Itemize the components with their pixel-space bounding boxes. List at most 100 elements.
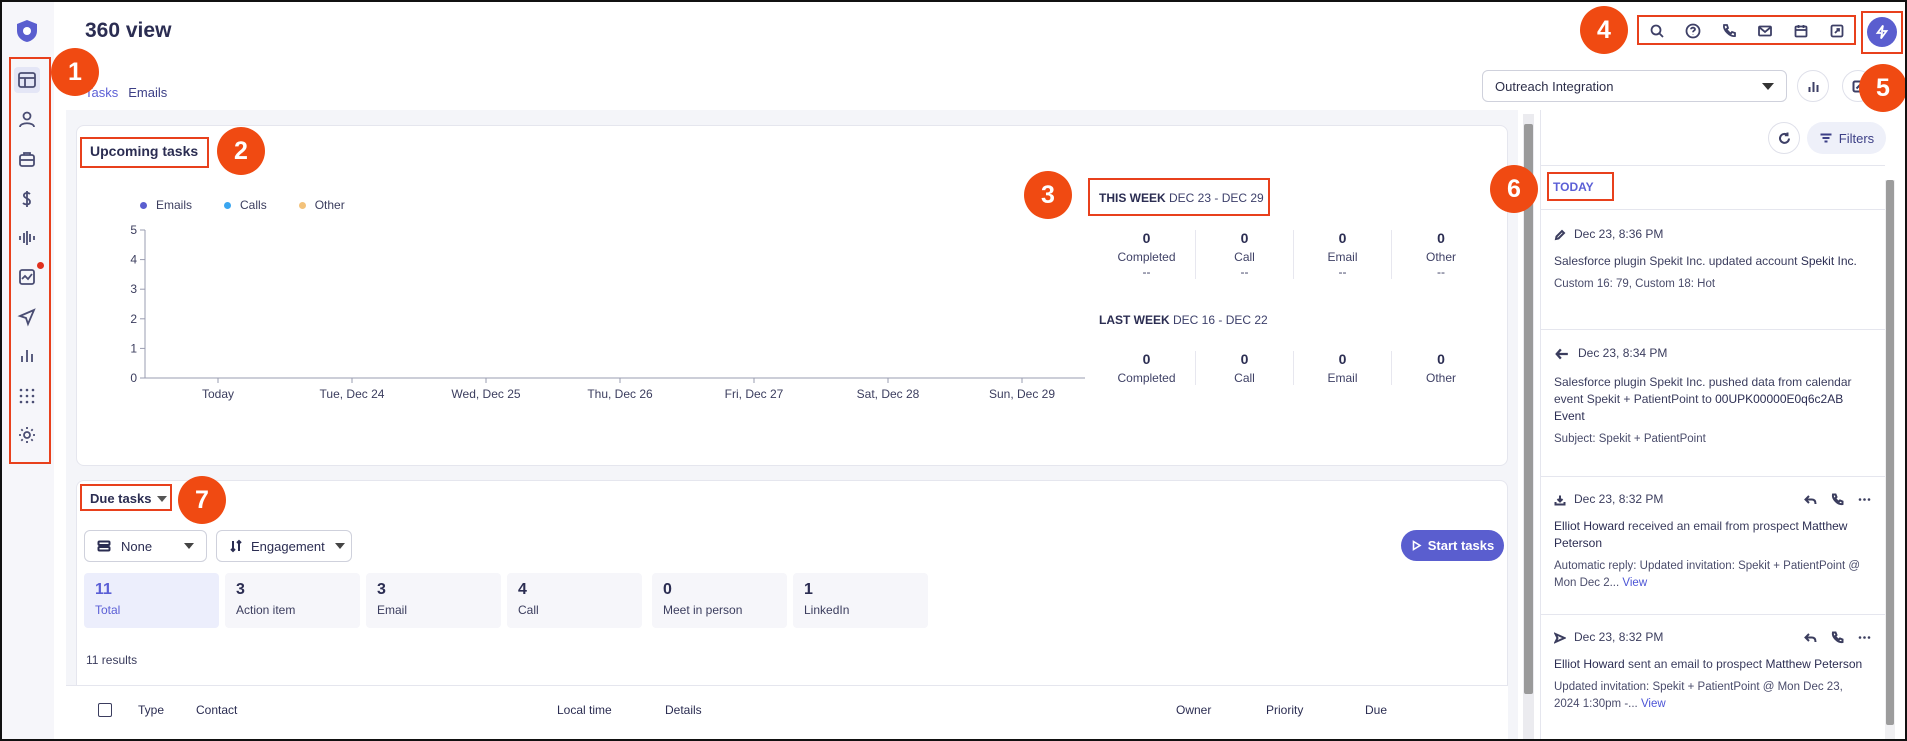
tile-action-item[interactable]: 3 Action item <box>225 573 360 628</box>
view-link[interactable]: View <box>1622 577 1647 589</box>
activity-item[interactable]: Dec 23, 8:34 PM Salesforce plugin Spekit… <box>1540 329 1885 476</box>
activity-text: Salesforce plugin Spekit Inc. updated ac… <box>1554 253 1871 270</box>
more-icon[interactable] <box>1858 631 1871 644</box>
opportunities-icon[interactable] <box>14 186 40 212</box>
activity-link[interactable]: Elliot Howard <box>1554 657 1625 671</box>
column-contact[interactable]: Contact <box>196 703 237 717</box>
sidebar <box>0 0 54 741</box>
integration-select[interactable]: Outreach Integration <box>1482 70 1787 102</box>
this-week-label: THIS WEEK <box>1099 191 1166 205</box>
pencil-icon <box>1554 229 1566 240</box>
start-tasks-label: Start tasks <box>1427 538 1495 553</box>
tile-label: Action item <box>236 603 296 617</box>
expand-icon[interactable] <box>1824 18 1850 44</box>
help-icon[interactable] <box>1680 18 1706 44</box>
activity-link[interactable]: Matthew Peterson <box>1765 657 1862 671</box>
top-actions <box>1644 18 1850 44</box>
phone-icon[interactable] <box>1831 493 1844 506</box>
more-icon[interactable] <box>1858 493 1871 506</box>
signals-icon[interactable] <box>14 264 40 290</box>
column-local-time[interactable]: Local time <box>557 703 612 717</box>
activity-link[interactable]: Elliot Howard <box>1554 519 1625 533</box>
activity-item[interactable]: Dec 23, 8:36 PM Salesforce plugin Spekit… <box>1540 209 1885 329</box>
activity-scrollbar-thumb[interactable] <box>1886 180 1894 725</box>
app-logo-icon[interactable] <box>14 18 40 49</box>
chevron-down-icon <box>1762 82 1774 90</box>
activity-detail-text: Automatic reply: Updated invitation: Spe… <box>1554 560 1861 589</box>
tile-linkedin[interactable]: 1 LinkedIn <box>793 573 928 628</box>
integration-select-value: Outreach Integration <box>1495 78 1614 94</box>
tile-value: 0 <box>663 581 672 598</box>
calendar-icon[interactable] <box>1788 18 1814 44</box>
bolt-icon[interactable] <box>1867 17 1897 47</box>
activity-text-a: Salesforce plugin Spekit Inc. updated ac… <box>1554 254 1801 268</box>
play-icon <box>1412 540 1422 551</box>
legend-label-emails: Emails <box>156 198 193 212</box>
refresh-button[interactable] <box>1768 122 1800 154</box>
stat-value: 0 <box>1437 230 1445 246</box>
select-all-checkbox[interactable] <box>98 703 112 717</box>
column-due[interactable]: Due <box>1365 703 1387 717</box>
activity-detail-text: Updated invitation: Spekit + PatientPoin… <box>1554 681 1843 710</box>
column-priority[interactable]: Priority <box>1266 703 1303 717</box>
notification-dot <box>37 262 44 269</box>
tile-email[interactable]: 3 Email <box>366 573 501 628</box>
column-details[interactable]: Details <box>665 703 702 717</box>
group-by-select[interactable]: None <box>84 530 207 562</box>
legend-swatch-other <box>298 201 306 209</box>
mail-icon[interactable] <box>1752 18 1778 44</box>
calls-icon[interactable] <box>14 225 40 251</box>
tab-emails[interactable]: Emails <box>128 85 167 100</box>
chart-legend: Emails Calls Other <box>140 198 345 212</box>
legend-item-calls: Calls <box>224 198 267 212</box>
upcoming-tasks-title: Upcoming tasks <box>90 143 199 159</box>
stat-delta: -- <box>1437 265 1445 279</box>
prospects-icon[interactable] <box>14 106 40 132</box>
stat-label: Completed <box>1117 250 1176 264</box>
stat-label: Completed <box>1117 371 1176 385</box>
activity-link[interactable]: Spekit Inc. <box>1801 254 1857 268</box>
tile-label: Call <box>518 603 539 617</box>
annotation-badge-6: 6 <box>1490 165 1538 213</box>
column-type[interactable]: Type <box>138 703 164 717</box>
activity-item[interactable]: Dec 23, 8:32 PM Elliot Howard received a… <box>1540 476 1885 614</box>
reports-icon[interactable] <box>14 343 40 369</box>
dashboard-icon[interactable] <box>14 67 40 93</box>
stat-delta: -- <box>1142 265 1151 279</box>
stat-email: 0 Email -- <box>1294 230 1392 279</box>
arrow-left-icon <box>1555 348 1568 359</box>
activity-item[interactable]: Dec 23, 8:32 PM Elliot Howard sent an em… <box>1540 614 1885 741</box>
stat-label: Email <box>1327 250 1358 264</box>
tile-call[interactable]: 4 Call <box>507 573 642 628</box>
stat-label: Call <box>1234 371 1255 385</box>
phone-icon[interactable] <box>1831 631 1844 644</box>
tile-value: 1 <box>804 581 813 598</box>
stat-value: 0 <box>1338 230 1347 246</box>
tile-meet-in-person[interactable]: 0 Meet in person <box>652 573 787 628</box>
tile-label: Total <box>95 603 121 617</box>
filters-button[interactable]: Filters <box>1807 122 1886 154</box>
last-week-range: DEC 16 - DEC 22 <box>1173 313 1268 327</box>
legend-label-other: Other <box>314 198 345 212</box>
sort-select[interactable]: Engagement <box>216 530 352 562</box>
chart-view-button[interactable] <box>1797 70 1829 102</box>
settings-gear-icon[interactable] <box>14 422 40 448</box>
tile-total[interactable]: 11 Total <box>84 573 219 628</box>
activity-scrollbar[interactable] <box>1885 180 1895 741</box>
column-owner[interactable]: Owner <box>1176 703 1211 717</box>
accounts-icon[interactable] <box>14 146 40 172</box>
sequences-icon[interactable] <box>14 304 40 330</box>
reply-icon[interactable] <box>1804 631 1817 644</box>
activity-time-text: Dec 23, 8:32 PM <box>1574 630 1664 644</box>
annotation-badge-4: 4 <box>1580 6 1628 54</box>
reply-icon[interactable] <box>1804 493 1817 506</box>
last-week-label: LAST WEEK <box>1099 313 1170 327</box>
due-tasks-dropdown[interactable]: Due tasks <box>90 491 168 506</box>
y-tick-label: 0 <box>130 371 137 385</box>
search-icon[interactable] <box>1644 18 1670 44</box>
activity-detail: Subject: Spekit + PatientPoint <box>1554 433 1706 445</box>
apps-grid-icon[interactable] <box>14 383 40 409</box>
phone-icon[interactable] <box>1716 18 1742 44</box>
view-link[interactable]: View <box>1641 698 1666 710</box>
start-tasks-button[interactable]: Start tasks <box>1401 530 1504 561</box>
